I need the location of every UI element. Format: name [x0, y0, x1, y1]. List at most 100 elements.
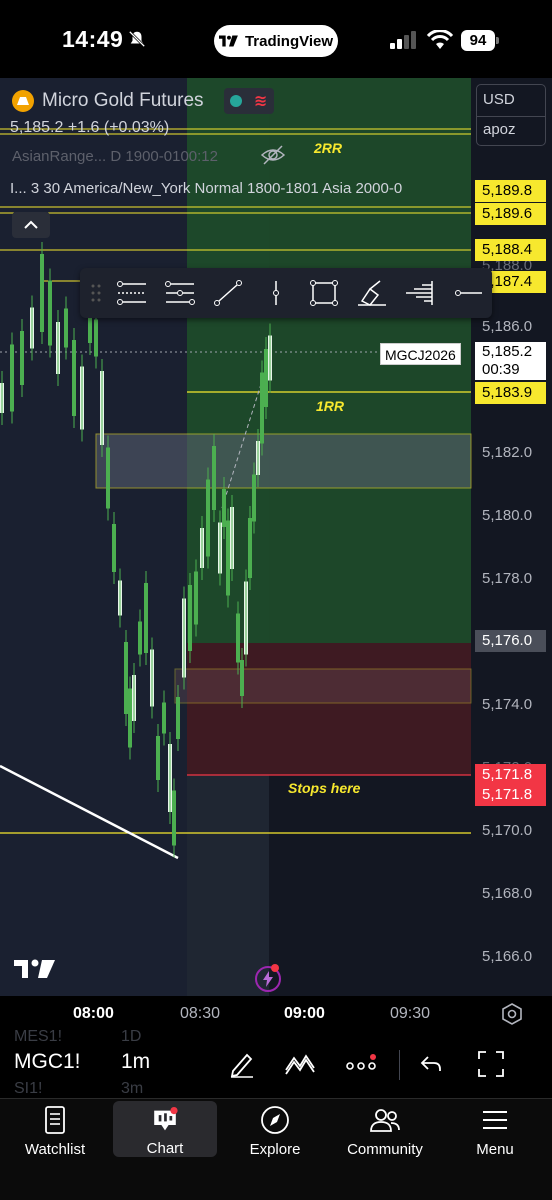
volume-profile-icon[interactable]	[396, 273, 444, 313]
trend-line-icon[interactable]	[204, 273, 252, 313]
time-axis[interactable]: 08:00 08:30 09:00 09:30	[0, 996, 552, 1032]
price-axis-label: 5,186.0	[482, 318, 533, 335]
nav-community[interactable]: Community	[333, 1099, 437, 1159]
hamburger-menu-icon	[483, 1111, 507, 1129]
time-axis-label: 08:00	[73, 1005, 114, 1022]
bar-countdown: 00:39	[482, 361, 520, 378]
compass-icon	[261, 1106, 289, 1134]
contract-ticker-label: MGCJ2026	[380, 343, 461, 365]
price-tag: 5,188.4	[475, 239, 546, 261]
brush-icon[interactable]	[348, 273, 396, 313]
wifi-icon	[426, 30, 454, 49]
nav-watchlist[interactable]: Watchlist	[3, 1099, 107, 1159]
battery-tip	[496, 37, 499, 44]
price-axis-label: 5,178.0	[482, 570, 533, 587]
time-axis-label: 09:30	[390, 1005, 431, 1022]
cell-signal-icon	[390, 31, 416, 49]
price-tag: 5,183.9	[475, 382, 546, 404]
rectangle-icon[interactable]	[300, 273, 348, 313]
bell-muted-icon	[128, 30, 146, 48]
price-axis-label: 5,174.0	[482, 696, 533, 713]
fullscreen-icon[interactable]	[474, 1048, 508, 1080]
nav-label: Explore	[249, 1141, 301, 1158]
stop-range-box	[174, 668, 472, 704]
vertical-line-icon[interactable]	[252, 273, 300, 313]
nav-chart[interactable]: Chart	[113, 1101, 217, 1157]
unit-label[interactable]: apoz	[483, 121, 516, 138]
time-axis-label: 09:00	[284, 1005, 325, 1022]
price-tag: 5,176.0	[475, 630, 546, 652]
draw-pencil-icon[interactable]	[225, 1048, 259, 1080]
price-axis-label: 5,170.0	[482, 822, 533, 839]
battery-level: 94	[461, 30, 495, 51]
annotation-1rr[interactable]: 1RR	[316, 398, 344, 414]
current-price: 5,185.2	[482, 343, 533, 360]
price-tag: 5,171.8	[475, 784, 546, 806]
price-axis-label: 5,168.0	[482, 885, 533, 902]
status-time: 14:49	[62, 26, 124, 52]
symbol-header[interactable]: Micro Gold Futures ≋	[12, 88, 274, 114]
chart-candles-icon	[154, 1107, 178, 1131]
lightning-icon	[263, 971, 273, 987]
market-open-dot-icon	[229, 95, 242, 107]
chart-area[interactable]: Micro Gold Futures ≋ 5,185.2 +1.6 (+0.03…	[0, 78, 552, 996]
price-axis-label: 5,166.0	[482, 948, 533, 965]
symbol-picker[interactable]: MGC1!	[14, 1050, 81, 1074]
current-price-tag: 5,185.2 00:39	[475, 342, 546, 380]
community-icon	[370, 1109, 400, 1132]
time-axis-label: 08:30	[180, 1005, 221, 1022]
symbol-name[interactable]: Micro Gold Futures	[42, 90, 204, 112]
price-change: 5,185.2 +1.6 (+0.03%)	[10, 119, 170, 136]
notification-dot	[271, 964, 279, 972]
collapse-legend-button[interactable]	[12, 212, 50, 238]
horizontal-ray-icon[interactable]	[444, 273, 492, 313]
nav-label: Watchlist	[24, 1141, 86, 1158]
currency-selector[interactable]: USD apoz	[476, 84, 546, 146]
gold-symbol-icon	[12, 90, 34, 112]
ghost-symbol: SI1!	[14, 1080, 43, 1097]
wave-icon: ≋	[253, 93, 268, 110]
parallel-channel-icon[interactable]	[156, 273, 204, 313]
indicators-icon[interactable]	[283, 1048, 317, 1080]
ghost-interval: 1D	[121, 1028, 142, 1045]
nav-label: Chart	[146, 1140, 184, 1157]
annotation-stops[interactable]: Stops here	[288, 780, 360, 796]
drag-handle-icon[interactable]	[90, 282, 102, 304]
price-tag: 5,189.6	[475, 203, 546, 225]
drawing-toolbar[interactable]	[80, 268, 492, 318]
indicator-sessions[interactable]: I... 3 30 America/New_York Normal 1800-1…	[10, 180, 470, 197]
indicator-asian-range[interactable]: AsianRange... D 1900-0100:12	[12, 148, 218, 165]
nav-explore[interactable]: Explore	[223, 1099, 327, 1159]
watchlist-icon	[45, 1106, 65, 1134]
price-axis-label: 5,180.0	[482, 507, 533, 524]
chevron-up-icon	[24, 220, 38, 229]
more-options-icon[interactable]	[344, 1048, 378, 1080]
annotation-2rr[interactable]: 2RR	[314, 140, 342, 156]
nav-menu[interactable]: Menu	[443, 1099, 547, 1159]
bottom-navigation: Watchlist Chart Explore Community Menu	[0, 1098, 552, 1200]
price-tag: 5,171.8	[475, 764, 546, 786]
gear-icon[interactable]	[501, 1003, 523, 1025]
price-chart[interactable]	[0, 78, 552, 996]
market-status[interactable]: ≋	[223, 88, 274, 114]
range-box	[95, 433, 472, 489]
price-axis-label: 5,182.0	[482, 444, 533, 461]
ghost-symbol: MES1!	[14, 1028, 63, 1045]
currency-label[interactable]: USD	[483, 91, 515, 108]
eye-hidden-icon[interactable]	[260, 144, 286, 166]
price-tag: 5,189.8	[475, 180, 546, 202]
ghost-interval: 3m	[121, 1080, 144, 1097]
horizontal-lines-icon[interactable]	[108, 273, 156, 313]
nav-label: Menu	[476, 1141, 514, 1158]
tradingview-watermark-icon	[14, 959, 55, 978]
chart-bottom-toolbar: MES1! 1D SI1! 3m MGC1! 1m	[0, 1028, 552, 1098]
nav-label: Community	[347, 1141, 423, 1158]
currency-divider	[477, 116, 545, 117]
app-pill[interactable]: TradingView	[214, 25, 338, 57]
interval-picker[interactable]: 1m	[121, 1050, 150, 1074]
undo-icon[interactable]	[414, 1048, 448, 1080]
toolbar-divider	[399, 1050, 400, 1080]
ios-status-bar: 14:49 TradingView 94	[0, 0, 552, 80]
app-pill-label: TradingView	[244, 32, 334, 50]
loss-zone	[187, 643, 471, 775]
